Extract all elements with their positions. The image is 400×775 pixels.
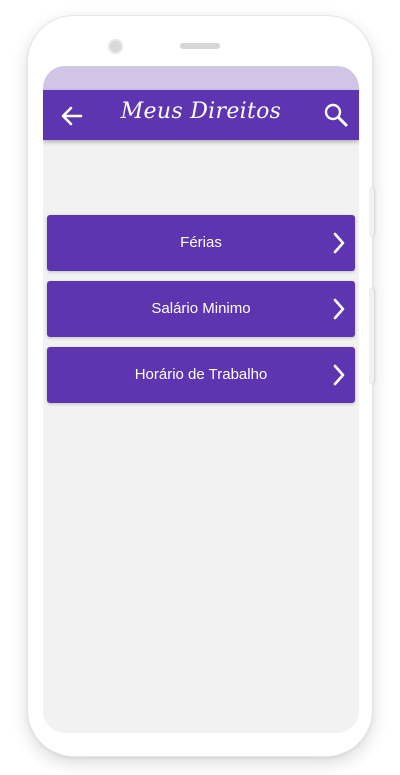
front-camera [108,39,123,54]
menu-item-label: Salário Minimo [151,300,251,317]
app-screen: Meus Direitos Férias Salário Minimo Horá… [43,66,359,733]
search-icon [324,103,348,127]
earpiece-speaker [180,43,220,49]
app-bar: Meus Direitos [43,90,359,140]
menu-item-salario-minimo[interactable]: Salário Minimo [47,281,355,337]
volume-button [369,288,374,384]
arrow-back-icon [61,106,83,126]
chevron-right-icon [333,298,345,320]
menu-item-horario-de-trabalho[interactable]: Horário de Trabalho [47,347,355,403]
search-button[interactable] [323,102,349,128]
chevron-right-icon [333,232,345,254]
menu-item-ferias[interactable]: Férias [47,215,355,271]
rights-menu-list: Férias Salário Minimo Horário de Trabalh… [47,215,355,413]
menu-item-label: Horário de Trabalho [134,366,268,383]
app-title: Meus Direitos [120,99,282,124]
chevron-right-icon [333,364,345,386]
back-button[interactable] [59,103,85,129]
status-bar [43,66,359,90]
menu-item-label: Férias [180,234,222,251]
power-button [369,187,374,237]
